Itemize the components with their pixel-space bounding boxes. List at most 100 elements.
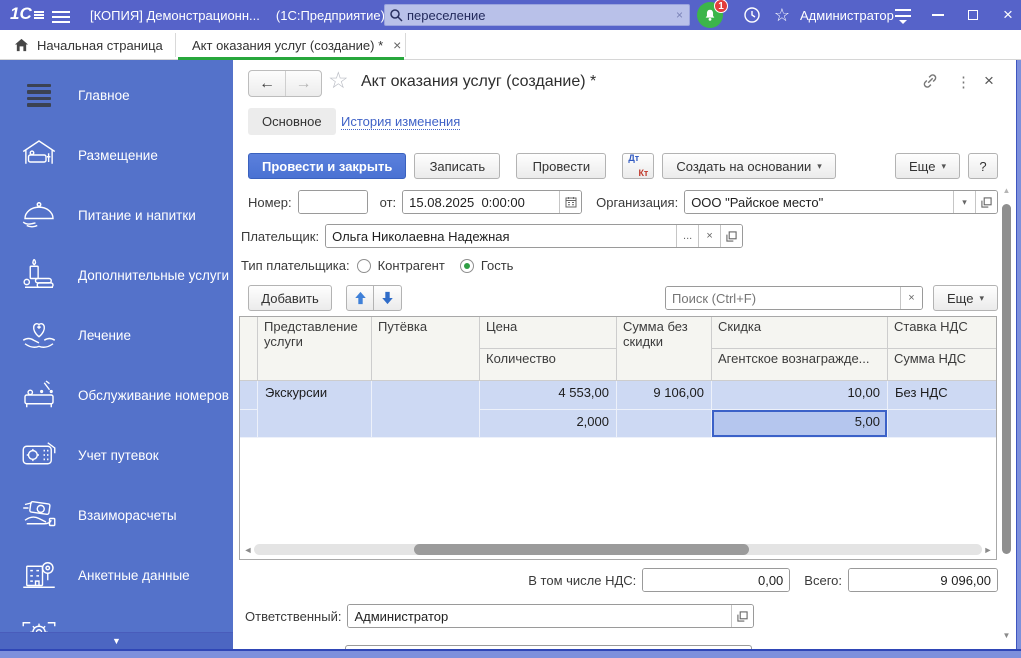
col-vat-rate-header[interactable]: Ставка НДС xyxy=(888,317,996,349)
clear-payer-icon[interactable]: × xyxy=(698,225,721,247)
responsible-input[interactable] xyxy=(348,605,732,627)
open-item-icon[interactable] xyxy=(975,191,997,213)
row-selector-cell[interactable] xyxy=(240,410,258,438)
radio-guest-label[interactable]: Гость xyxy=(481,258,514,273)
organization-input[interactable] xyxy=(685,191,953,213)
current-user[interactable]: Администратор xyxy=(800,0,894,30)
document-form: ← → ☆ Акт оказания услуг (создание) * ⋮ … xyxy=(233,60,1015,655)
scroll-left-icon[interactable]: ◄ xyxy=(242,545,254,555)
cell-qty[interactable]: 2,000 xyxy=(480,410,617,438)
sidebar-item-treatment[interactable]: Лечение xyxy=(0,305,233,365)
move-down-button[interactable] xyxy=(374,285,402,311)
functions-menu-icon[interactable] xyxy=(890,0,916,30)
number-field xyxy=(297,190,368,214)
row-selector-cell[interactable] xyxy=(240,381,258,410)
post-and-close-button[interactable]: Провести и закрыть xyxy=(248,153,407,179)
global-search-input[interactable] xyxy=(403,7,674,23)
close-window-icon[interactable]: × xyxy=(995,0,1021,30)
sidebar-item-main[interactable]: Главное xyxy=(0,65,233,125)
sidebar-item-profile-data[interactable]: Анкетные данные xyxy=(0,545,233,605)
col-sum-header[interactable]: Сумма без скидки xyxy=(617,317,712,381)
vertical-scrollbar[interactable]: ▲ ▼ xyxy=(1000,186,1013,640)
page-title: Акт оказания услуг (создание) * xyxy=(361,73,597,90)
more-menu-icon[interactable]: ⋮ xyxy=(956,73,971,91)
col-vat-sum-header[interactable]: Сумма НДС xyxy=(888,349,996,381)
vat-total-input[interactable] xyxy=(643,569,790,591)
add-row-button[interactable]: Добавить xyxy=(248,285,332,311)
favorites-star-icon[interactable]: ☆ xyxy=(768,0,796,30)
date-input[interactable] xyxy=(403,191,560,213)
cell-agent-fee-selected[interactable]: 5,00 xyxy=(712,410,888,438)
scroll-down-icon[interactable]: ▼ xyxy=(1000,631,1013,640)
cell-vat-sum[interactable] xyxy=(888,410,996,438)
col-price-header[interactable]: Цена xyxy=(480,317,617,349)
h-scroll-track[interactable] xyxy=(254,544,982,555)
voucher-icon xyxy=(0,434,78,476)
scroll-up-icon[interactable]: ▲ xyxy=(1000,186,1013,195)
cell-sum-no-discount[interactable]: 9 106,00 xyxy=(617,381,712,410)
global-search-box[interactable]: × xyxy=(384,4,690,26)
grand-total-input[interactable] xyxy=(849,569,997,591)
open-item-icon[interactable] xyxy=(720,225,743,247)
open-item-icon[interactable] xyxy=(731,605,754,627)
notifications-bell-icon[interactable]: 1 xyxy=(697,0,728,28)
search-clear-icon[interactable]: × xyxy=(674,8,685,22)
h-scroll-thumb[interactable] xyxy=(414,544,750,555)
sidebar-item-additional-services[interactable]: Дополнительные услуги xyxy=(0,245,233,305)
radio-counterparty-label[interactable]: Контрагент xyxy=(378,258,445,273)
cell-price[interactable]: 4 553,00 xyxy=(480,381,617,410)
grid-more-button[interactable]: Еще ▾ xyxy=(933,285,998,311)
col-qty-header[interactable]: Количество xyxy=(480,349,617,381)
favorite-star-icon[interactable]: ☆ xyxy=(328,69,349,92)
sidebar-item-vouchers[interactable]: Учет путевок xyxy=(0,425,233,485)
cell-service[interactable]: Экскурсии xyxy=(258,381,372,438)
window-border-bottom[interactable] xyxy=(0,649,1021,658)
radio-guest[interactable] xyxy=(459,258,474,273)
main-menu-icon[interactable] xyxy=(52,8,70,26)
search-icon xyxy=(390,9,403,22)
forward-button[interactable]: → xyxy=(285,71,321,96)
chevron-down-icon[interactable]: ▾ xyxy=(953,191,975,213)
tab-close-icon[interactable]: × xyxy=(393,37,401,53)
change-history-link[interactable]: История изменения xyxy=(341,114,461,130)
tab-home[interactable]: Начальная страница xyxy=(14,30,163,60)
scroll-right-icon[interactable]: ► xyxy=(982,545,994,555)
post-button[interactable]: Провести xyxy=(516,153,607,179)
col-service-header[interactable]: Представление услуги xyxy=(258,317,372,381)
col-agent-fee-header[interactable]: Агентское вознагражде... xyxy=(712,349,888,381)
sidebar-item-room-service[interactable]: Обслуживание номеров xyxy=(0,365,233,425)
v-scroll-thumb[interactable] xyxy=(1002,204,1011,554)
calendar-icon[interactable] xyxy=(559,191,582,213)
col-discount-header[interactable]: Скидка xyxy=(712,317,888,349)
number-input[interactable] xyxy=(298,191,367,213)
write-button[interactable]: Записать xyxy=(414,153,501,179)
get-link-icon[interactable] xyxy=(921,72,939,93)
clear-search-icon[interactable]: × xyxy=(900,287,923,309)
history-icon[interactable] xyxy=(738,0,766,30)
payer-input[interactable] xyxy=(326,225,677,247)
minimize-window-icon[interactable] xyxy=(925,0,951,30)
create-based-on-button[interactable]: Создать на основании ▾ xyxy=(662,153,836,179)
help-button[interactable]: ? xyxy=(968,153,998,179)
tab-active-document[interactable]: Акт оказания услуг (создание) * × xyxy=(192,30,401,60)
grid-search-input[interactable] xyxy=(666,287,901,309)
back-button[interactable]: ← xyxy=(249,71,285,96)
close-form-icon[interactable]: × xyxy=(984,71,994,91)
horizontal-scrollbar[interactable]: ◄ ► xyxy=(242,542,994,557)
sidebar-item-accommodation[interactable]: Размещение xyxy=(0,125,233,185)
cell-vat-rate[interactable]: Без НДС xyxy=(888,381,996,410)
sidebar-item-food[interactable]: Питание и напитки xyxy=(0,185,233,245)
cell-empty[interactable] xyxy=(617,410,712,438)
sidebar-item-settlements[interactable]: Взаиморасчеты xyxy=(0,485,233,545)
cell-voucher[interactable] xyxy=(372,381,480,438)
choose-payer-icon[interactable]: ... xyxy=(676,225,699,247)
col-voucher-header[interactable]: Путёвка xyxy=(372,317,480,381)
tab-main-section[interactable]: Основное xyxy=(248,108,336,135)
sidebar-expander[interactable]: ▼ xyxy=(0,632,233,649)
radio-counterparty[interactable] xyxy=(356,258,371,273)
cell-discount[interactable]: 10,00 xyxy=(712,381,888,410)
more-button[interactable]: Еще ▾ xyxy=(895,153,960,179)
move-up-button[interactable] xyxy=(346,285,374,311)
maximize-window-icon[interactable] xyxy=(960,0,986,30)
dr-cr-register-button[interactable]: Дт Кт xyxy=(622,153,655,179)
